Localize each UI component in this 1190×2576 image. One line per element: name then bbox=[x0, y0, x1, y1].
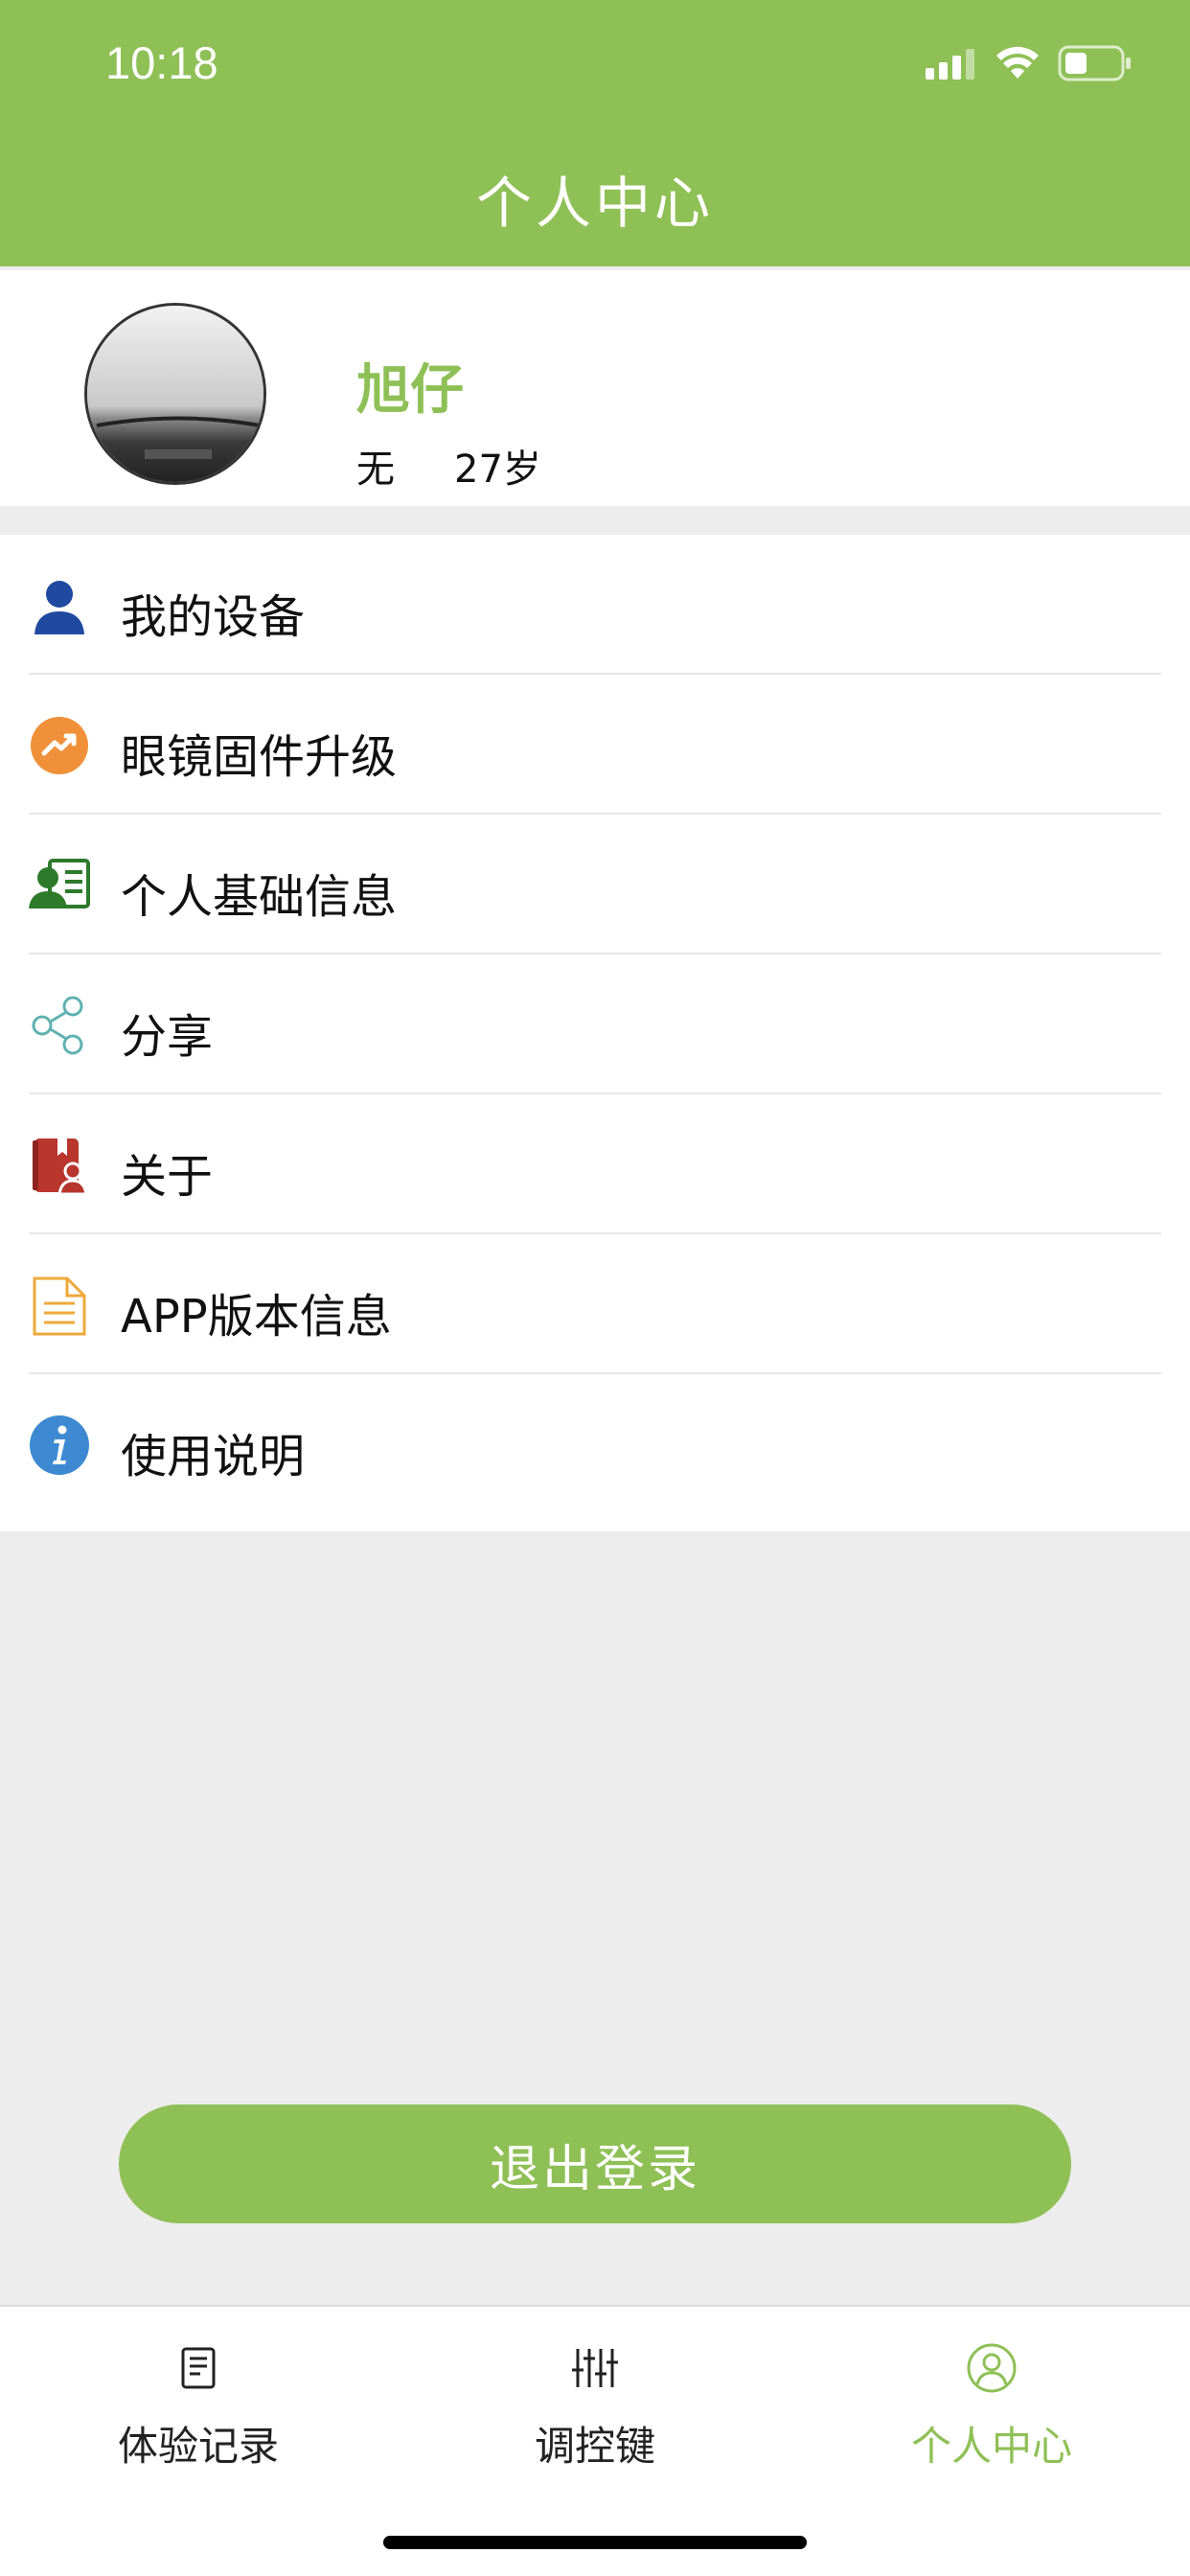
trend-up-icon bbox=[31, 717, 88, 774]
status-time: 10:18 bbox=[105, 37, 218, 88]
menu-item-label: APP版本信息 bbox=[121, 1290, 392, 1344]
tab-label: 调控键 bbox=[534, 2423, 655, 2470]
tab-personal-center[interactable]: 个人中心 bbox=[793, 2307, 1190, 2498]
menu-item-label: 我的设备 bbox=[121, 590, 306, 644]
tab-controls[interactable]: 调控键 bbox=[397, 2307, 793, 2498]
id-card-icon bbox=[29, 859, 90, 908]
menu-item-instructions[interactable]: 使用说明 bbox=[0, 1374, 1190, 1514]
profile-name: 旭仔 bbox=[356, 359, 464, 422]
profile-gender: 无 bbox=[356, 448, 395, 492]
wifi-icon bbox=[996, 46, 1039, 79]
menu-item-label: 使用说明 bbox=[121, 1430, 306, 1484]
record-icon bbox=[181, 2347, 216, 2389]
sliders-icon bbox=[572, 2349, 618, 2387]
user-icon bbox=[34, 581, 84, 634]
header: 10:18 个人中心 bbox=[0, 0, 1190, 266]
home-indicator bbox=[383, 2536, 807, 2549]
menu-item-my-device[interactable]: 我的设备 bbox=[0, 535, 1190, 675]
menu-list: 我的设备 眼镜固件升级 个人基础信息 分享 关于 APP版本信息 使用说明 bbox=[0, 535, 1190, 1531]
share-icon bbox=[32, 996, 83, 1055]
status-icons bbox=[924, 44, 1133, 82]
logout-button[interactable]: 退出登录 bbox=[119, 2104, 1071, 2223]
tab-bar: 体验记录 调控键 个人中心 bbox=[0, 2305, 1190, 2576]
profile-age: 27岁 bbox=[454, 448, 541, 492]
info-icon bbox=[30, 1415, 89, 1475]
battery-icon bbox=[1058, 45, 1131, 81]
profile-card[interactable]: 旭仔 无 27岁 bbox=[0, 270, 1190, 506]
signal-icon bbox=[926, 49, 974, 80]
about-book-icon bbox=[33, 1138, 88, 1196]
tab-label: 个人中心 bbox=[910, 2423, 1072, 2470]
page-title: 个人中心 bbox=[475, 171, 714, 236]
menu-item-label: 分享 bbox=[121, 1010, 214, 1064]
tab-experience-records[interactable]: 体验记录 bbox=[0, 2307, 397, 2498]
document-icon bbox=[33, 1276, 86, 1336]
menu-item-label: 个人基础信息 bbox=[121, 870, 398, 924]
menu-item-label: 眼镜固件升级 bbox=[121, 730, 398, 784]
menu-item-label: 关于 bbox=[121, 1150, 214, 1204]
menu-item-share[interactable]: 分享 bbox=[0, 954, 1190, 1094]
menu-item-app-version[interactable]: APP版本信息 bbox=[0, 1234, 1190, 1374]
menu-item-basic-info[interactable]: 个人基础信息 bbox=[0, 815, 1190, 954]
avatar[interactable] bbox=[84, 303, 266, 485]
menu-item-firmware-upgrade[interactable]: 眼镜固件升级 bbox=[0, 675, 1190, 815]
profile-icon bbox=[967, 2343, 1017, 2393]
tab-label: 体验记录 bbox=[117, 2423, 279, 2470]
menu-item-about[interactable]: 关于 bbox=[0, 1094, 1190, 1234]
